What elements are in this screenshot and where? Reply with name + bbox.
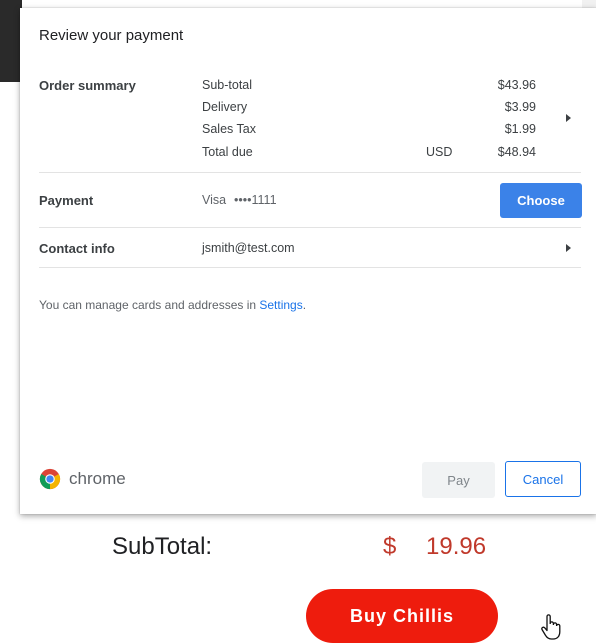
- line-item-amount: $48.94: [497, 145, 536, 159]
- payment-dialog: Review your payment Order summary Sub-to…: [20, 8, 596, 514]
- line-item-name: Total due: [202, 145, 253, 159]
- divider: [39, 172, 581, 173]
- pay-button[interactable]: Pay: [422, 462, 495, 498]
- payment-label: Payment: [39, 193, 94, 208]
- background-dark-strip: [0, 0, 22, 82]
- chrome-logo-icon: [39, 468, 61, 490]
- line-item-amount: $1.99: [504, 122, 536, 136]
- divider: [39, 227, 581, 228]
- manage-cards-note: You can manage cards and addresses in Se…: [39, 298, 306, 312]
- order-summary-label: Order summary: [39, 78, 136, 93]
- choose-button[interactable]: Choose: [500, 183, 582, 218]
- card-brand: Visa: [202, 193, 227, 207]
- dialog-title: Review your payment: [39, 27, 184, 44]
- total-currency: USD: [426, 145, 453, 159]
- line-item-amount: $43.96: [497, 78, 536, 92]
- hand-cursor-icon: [541, 614, 561, 640]
- subtotal-value: 19.96: [426, 533, 487, 560]
- divider: [39, 267, 581, 268]
- chevron-right-icon[interactable]: [566, 114, 571, 122]
- chrome-brand-text: chrome: [69, 469, 126, 488]
- contact-info-label: Contact info: [39, 241, 115, 256]
- line-item-name: Delivery: [202, 100, 248, 114]
- cancel-button[interactable]: Cancel: [505, 461, 581, 497]
- buy-chillis-button[interactable]: Buy Chillis: [306, 589, 498, 643]
- line-item-name: Sales Tax: [202, 122, 256, 136]
- subtotal-label: SubTotal:: [112, 533, 213, 560]
- line-item-name: Sub-total: [202, 78, 253, 92]
- manage-note-suffix: .: [302, 298, 307, 312]
- chevron-right-icon[interactable]: [566, 244, 571, 252]
- settings-link[interactable]: Settings: [259, 298, 302, 312]
- line-item-amount: $3.99: [504, 100, 536, 114]
- contact-email: jsmith@test.com: [202, 241, 295, 255]
- card-number: ••••1111: [234, 193, 277, 207]
- manage-note-text: You can manage cards and addresses in: [39, 298, 260, 312]
- subtotal-currency: $: [383, 533, 397, 560]
